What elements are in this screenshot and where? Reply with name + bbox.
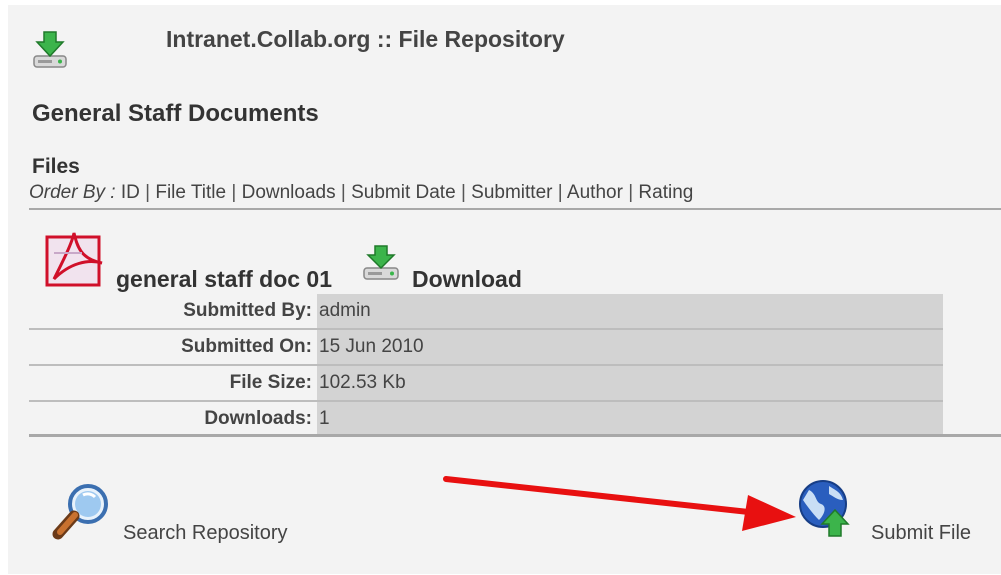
detail-label: Submitted On: <box>29 330 317 364</box>
table-row: File Size: 102.53 Kb <box>29 366 943 402</box>
drive-download-icon <box>33 31 67 68</box>
order-by-submit-date[interactable]: Submit Date <box>351 182 456 203</box>
separator: | <box>628 182 634 203</box>
separator: | <box>231 182 237 203</box>
file-details-table: Submitted By: admin Submitted On: 15 Jun… <box>29 294 943 436</box>
submit-file-link[interactable]: Submit File <box>871 522 971 545</box>
table-row: Downloads: 1 <box>29 402 943 436</box>
table-row: Submitted On: 15 Jun 2010 <box>29 330 943 366</box>
files-heading: Files <box>32 155 80 178</box>
order-by-author[interactable]: Author <box>567 182 623 203</box>
order-by-rating[interactable]: Rating <box>638 182 693 203</box>
file-title[interactable]: general staff doc 01 <box>116 266 332 293</box>
separator: | <box>557 182 563 203</box>
globe-upload-icon[interactable] <box>795 478 861 540</box>
order-by-bar: Order By : ID | File Title | Downloads |… <box>29 182 693 204</box>
order-by-label: Order By : <box>29 182 116 203</box>
table-row: Submitted By: admin <box>29 294 943 330</box>
separator: | <box>340 182 346 203</box>
pdf-file-icon[interactable] <box>44 229 108 289</box>
app-title: Intranet.Collab.org :: File Repository <box>166 26 565 52</box>
detail-value: 15 Jun 2010 <box>317 330 943 364</box>
detail-label: Downloads: <box>29 402 317 436</box>
detail-label: Submitted By: <box>29 294 317 328</box>
order-by-file-title[interactable]: File Title <box>155 182 226 203</box>
separator: | <box>145 182 151 203</box>
divider <box>29 208 1001 210</box>
detail-value: 102.53 Kb <box>317 366 943 400</box>
drive-download-icon[interactable] <box>360 244 404 284</box>
search-repository-link[interactable]: Search Repository <box>123 522 288 545</box>
detail-label: File Size: <box>29 366 317 400</box>
order-by-downloads[interactable]: Downloads <box>242 182 336 203</box>
section-title: General Staff Documents <box>32 100 319 127</box>
annotation-arrow-icon <box>443 476 796 531</box>
order-by-id[interactable]: ID <box>121 182 140 203</box>
divider <box>29 434 1001 437</box>
download-link[interactable]: Download <box>412 266 522 293</box>
separator: | <box>460 182 466 203</box>
magnifier-icon[interactable] <box>48 480 114 546</box>
order-by-submitter[interactable]: Submitter <box>471 182 552 203</box>
detail-value: admin <box>317 294 943 328</box>
detail-value: 1 <box>317 402 943 436</box>
